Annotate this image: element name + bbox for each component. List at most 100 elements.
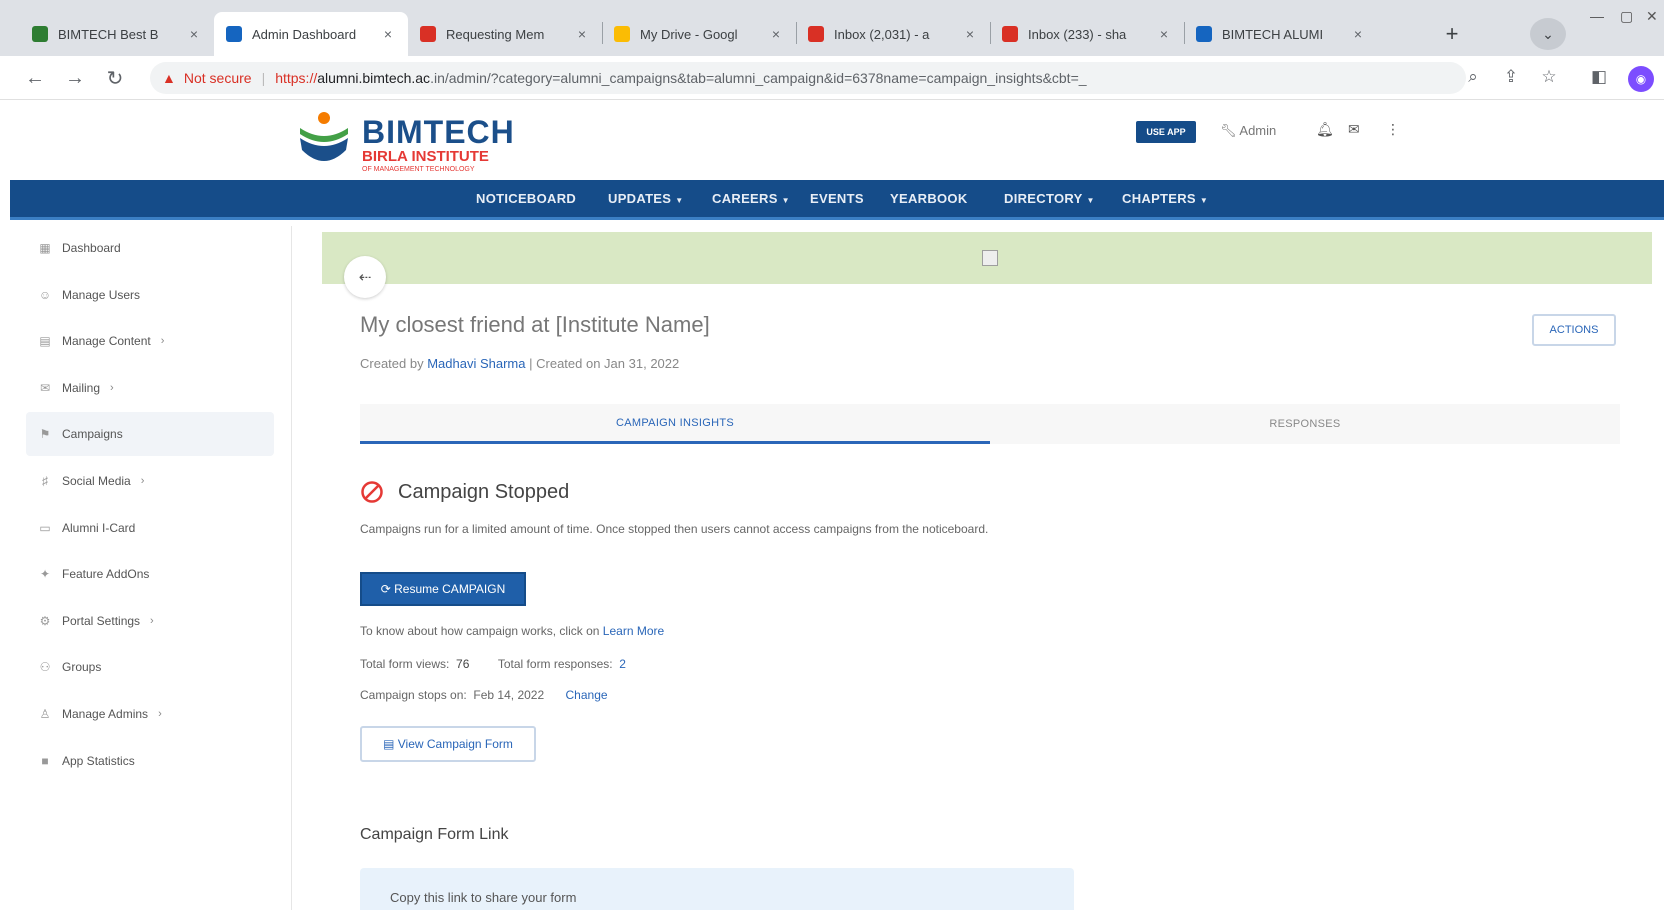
side-panel-icon[interactable]: ◧ xyxy=(1586,64,1612,90)
tab-close-icon[interactable]: × xyxy=(186,26,202,42)
tab-search-button[interactable]: ⌄ xyxy=(1530,18,1566,50)
forward-arrow-icon[interactable]: → xyxy=(62,65,88,91)
tab-title: Admin Dashboard xyxy=(252,26,357,42)
nav-directory[interactable]: DIRECTORY ▼ xyxy=(1004,191,1095,206)
nav-chapters[interactable]: CHAPTERS ▼ xyxy=(1122,191,1208,206)
bookmark-star-icon[interactable]: ☆ xyxy=(1536,64,1562,90)
nav-yearbook[interactable]: YEARBOOK xyxy=(890,191,968,206)
sidebar-item-app-statistics[interactable]: ■ App Statistics xyxy=(26,739,274,783)
back-arrow-icon[interactable]: ← xyxy=(22,65,48,91)
url-scheme: https:// xyxy=(275,70,318,86)
tab-separator xyxy=(1184,22,1185,44)
browser-tab[interactable]: BIMTECH ALUMI × xyxy=(1184,12,1378,56)
reload-icon[interactable]: ↻ xyxy=(102,65,128,91)
sidebar-item-alumni-i-card[interactable]: ▭ Alumni I-Card xyxy=(26,506,274,550)
notification-bell-icon[interactable]: 🔔︎ xyxy=(1316,121,1334,138)
tab-close-icon[interactable]: × xyxy=(380,26,396,42)
url-host: alumni.bimtech.ac xyxy=(317,70,431,86)
learn-more-link[interactable]: Learn More xyxy=(603,624,664,638)
profile-avatar[interactable]: ◉ xyxy=(1628,66,1654,92)
tab-close-icon[interactable]: × xyxy=(1350,26,1366,42)
maximize-icon[interactable]: ▢ xyxy=(1620,8,1633,25)
content-icon: ▤ xyxy=(39,334,51,349)
tab-close-icon[interactable]: × xyxy=(574,26,590,42)
favicon-icon xyxy=(1002,26,1018,42)
not-secure-label: Not secure xyxy=(183,70,252,86)
card-icon: ▭ xyxy=(39,520,51,535)
broken-image-icon xyxy=(982,250,998,266)
settings-icon: ⚙ xyxy=(39,613,51,628)
refresh-icon: ⟳ xyxy=(380,582,395,596)
logo-wordmark: BIMTECH xyxy=(362,114,515,150)
address-bar[interactable]: ▲ Not secure | https:// alumni.bimtech.a… xyxy=(150,62,1466,94)
chevron-right-icon: › xyxy=(140,475,145,487)
browser-tab[interactable]: Inbox (2,031) - a × xyxy=(796,12,990,56)
use-app-button[interactable]: USE APP xyxy=(1136,121,1196,143)
tab-close-icon[interactable]: × xyxy=(1156,26,1172,42)
sidebar-item-mailing[interactable]: ✉ Mailing › xyxy=(26,366,274,410)
browser-tab[interactable]: Admin Dashboard × xyxy=(214,12,408,56)
groups-icon: ⚇ xyxy=(39,660,51,675)
main-content: ⇠ My closest friend at [Institute Name] … xyxy=(322,232,1652,910)
browser-tab[interactable]: Inbox (233) - sha × xyxy=(990,12,1184,56)
form-stats: Total form views: 76 Total form response… xyxy=(360,657,626,671)
chevron-right-icon: › xyxy=(160,335,165,348)
favicon-icon xyxy=(420,26,436,42)
sidebar-item-manage-content[interactable]: ▤ Manage Content › xyxy=(26,319,274,363)
document-icon: ▤ xyxy=(383,737,398,751)
status-description: Campaigns run for a limited amount of ti… xyxy=(360,522,989,536)
form-link-section-title: Campaign Form Link xyxy=(360,826,509,843)
sidebar-item-manage-users[interactable]: ☺ Manage Users xyxy=(26,273,274,317)
stop-date-value: Feb 14, 2022 xyxy=(473,688,545,702)
form-responses-count[interactable]: 2 xyxy=(619,657,626,671)
browser-tab[interactable]: Requesting Mem × xyxy=(408,12,602,56)
feature-icon: ✦ xyxy=(39,567,51,582)
actions-button[interactable]: ACTIONS xyxy=(1532,314,1616,346)
favicon-icon xyxy=(614,26,630,42)
favicon-icon xyxy=(226,26,242,42)
back-button[interactable]: ⇠ xyxy=(344,256,386,298)
creator-link[interactable]: Madhavi Sharma xyxy=(427,356,525,371)
more-vert-icon[interactable]: ⋮ xyxy=(1386,121,1400,138)
sidebar-item-portal-settings[interactable]: ⚙ Portal Settings › xyxy=(26,599,274,643)
sidebar-item-campaigns[interactable]: ⚑ Campaigns xyxy=(26,412,274,457)
sidebar-item-groups[interactable]: ⚇ Groups xyxy=(26,645,274,689)
browser-tab[interactable]: My Drive - Googl × xyxy=(602,12,796,56)
tab-separator xyxy=(796,22,797,44)
close-window-icon[interactable]: ✕ xyxy=(1646,8,1658,25)
nav-updates[interactable]: UPDATES ▼ xyxy=(608,191,683,206)
caret-down-icon: ▼ xyxy=(781,196,790,205)
chevron-right-icon: › xyxy=(150,614,154,627)
minimize-icon[interactable]: — xyxy=(1590,8,1604,24)
change-date-link[interactable]: Change xyxy=(566,688,608,702)
view-campaign-form-button[interactable]: ▤ View Campaign Form xyxy=(360,726,536,762)
tab-close-icon[interactable]: × xyxy=(768,26,784,42)
tab-campaign-insights[interactable]: CAMPAIGN INSIGHTS xyxy=(360,404,990,444)
messages-icon[interactable]: ✉ xyxy=(1348,121,1360,138)
campaign-meta: Created by Madhavi Sharma | Created on J… xyxy=(360,356,680,371)
sidebar-item-feature-addons[interactable]: ✦ Feature AddOns xyxy=(26,552,274,596)
admin-menu[interactable]: 🔧︎ Admin xyxy=(1220,123,1276,139)
warning-icon: ▲ xyxy=(162,70,176,86)
form-link-box: Copy this link to share your form xyxy=(360,868,1074,910)
sidebar-item-manage-admins[interactable]: ♙ Manage Admins › xyxy=(26,692,274,736)
tab-responses[interactable]: RESPONSES xyxy=(990,404,1620,444)
sidebar-item-dashboard[interactable]: ▦ Dashboard xyxy=(26,226,274,270)
stats-icon: ■ xyxy=(41,753,49,768)
caret-down-icon: ▼ xyxy=(1086,196,1095,205)
new-tab-button[interactable]: + xyxy=(1434,16,1470,52)
tab-close-icon[interactable]: × xyxy=(962,26,978,42)
share-icon[interactable]: ⇪ xyxy=(1498,64,1524,90)
nav-events[interactable]: EVENTS xyxy=(810,191,864,206)
sidebar-item-label: Manage Users xyxy=(62,287,141,302)
admins-icon: ♙ xyxy=(39,707,51,721)
zoom-icon[interactable]: ⌕ xyxy=(1460,64,1486,90)
tab-separator xyxy=(602,22,603,44)
bimtech-logo[interactable]: BIMTECH BIRLA INSTITUTE OF MANAGEMENT TE… xyxy=(296,106,536,176)
nav-noticeboard[interactable]: NOTICEBOARD xyxy=(476,191,576,206)
users-icon: ☺ xyxy=(38,287,52,302)
nav-careers[interactable]: CAREERS ▼ xyxy=(712,191,790,206)
sidebar-item-social-media[interactable]: ♯ Social Media › xyxy=(26,459,274,503)
browser-tab[interactable]: BIMTECH Best B × xyxy=(20,12,214,56)
resume-campaign-button[interactable]: ⟳ Resume CAMPAIGN xyxy=(360,572,526,606)
